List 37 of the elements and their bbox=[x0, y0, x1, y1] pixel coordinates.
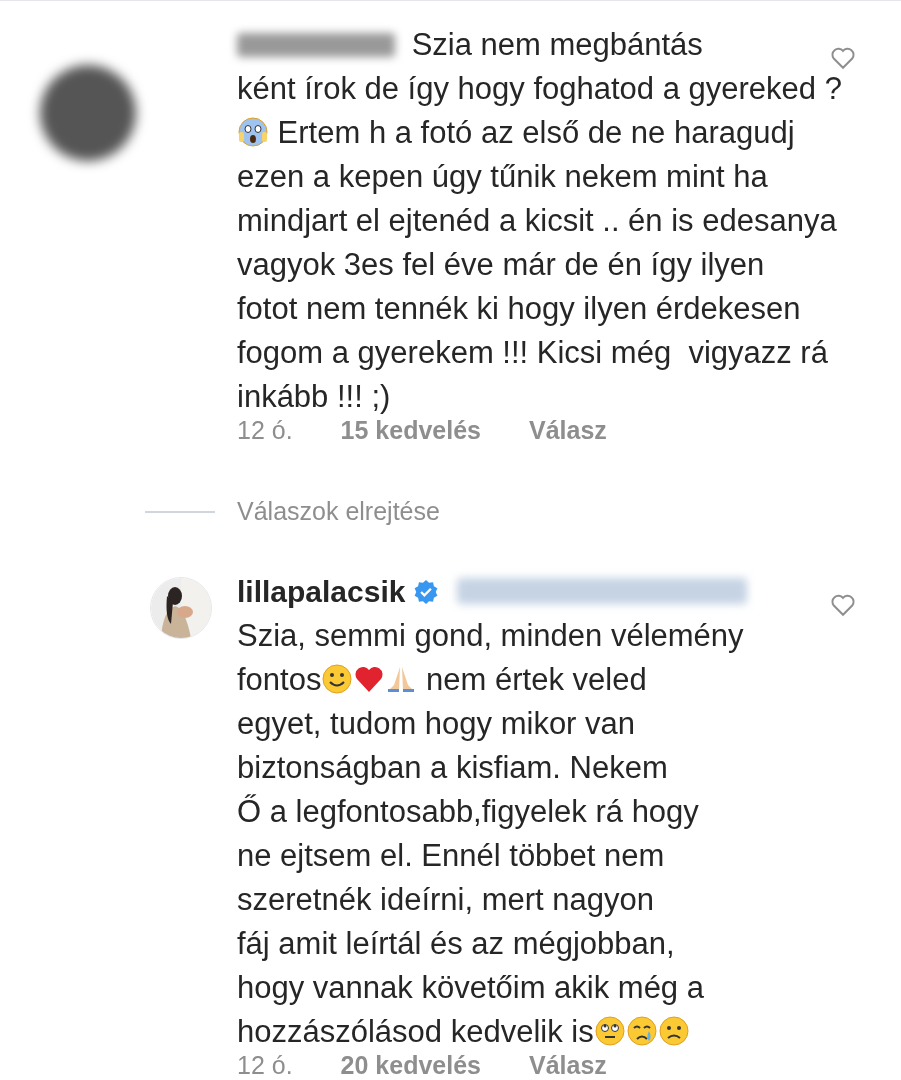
scream-emoji-icon bbox=[237, 116, 269, 148]
cry-emoji-icon bbox=[625, 1015, 658, 1047]
reply-button[interactable]: Válasz bbox=[529, 415, 607, 445]
comment-text: vagyok 3es fel éve már de én így ilyen bbox=[237, 247, 765, 282]
comment-text: Ő a legfontosabb,figyelek rá hogy bbox=[237, 794, 699, 829]
comment-text: szeretnék ideírni, mert nagyon bbox=[237, 882, 654, 917]
likes-link[interactable]: 15 kedvelés bbox=[340, 415, 481, 445]
smile-emoji-icon bbox=[321, 663, 354, 695]
comment-text: egyet, tudom hogy mikor van bbox=[237, 706, 636, 741]
comment-text: hogy vannak követőim akik még a bbox=[237, 970, 704, 1005]
comment-time: 12 ó. bbox=[237, 415, 293, 445]
comment-text: Szia nem megbántás bbox=[411, 27, 703, 62]
comment-text: fogom a gyerekem !!! Kicsi még vigyazz rá bbox=[237, 335, 828, 370]
comment-text: biztonságban a kisfiam. Nekem bbox=[237, 750, 668, 785]
comment-text: fontos bbox=[237, 662, 322, 697]
username-link[interactable]: lillapalacsik bbox=[237, 575, 406, 608]
blurred-username[interactable] bbox=[237, 33, 395, 57]
comment-text: ezen a kepen úgy tűnik nekem mint ha bbox=[237, 159, 768, 194]
blurred-avatar[interactable] bbox=[40, 65, 136, 161]
likes-link[interactable]: 20 kedvelés bbox=[340, 1050, 481, 1080]
comment-text: fotot nem tennék ki hogy ilyen érdekesen bbox=[237, 291, 801, 326]
comment-text: mindjart el ejtenéd a kicsit .. én is edesanya bbox=[237, 203, 837, 238]
comment-text: fáj amit leírtál és az mégjobban, bbox=[237, 926, 675, 961]
like-heart-icon[interactable] bbox=[830, 45, 856, 71]
comment-time: 12 ó. bbox=[237, 1050, 293, 1080]
hide-replies-link[interactable]: Válaszok elrejtése bbox=[237, 493, 440, 531]
comment-text: inkább !!! ;) bbox=[237, 379, 391, 414]
reply-button[interactable]: Válasz bbox=[529, 1050, 607, 1080]
comment-text: Szia, semmi gond, minden vélemény bbox=[237, 618, 744, 653]
comment-text: ne ejtsem el. Ennél többet nem bbox=[237, 838, 665, 873]
comment-text: ként írok de így hogy foghatod a gyereked ? bbox=[237, 71, 842, 106]
comment-text: hozzászólásod kedvelik is bbox=[237, 1014, 594, 1049]
eyeroll-emoji-icon bbox=[593, 1015, 626, 1047]
sad-emoji-icon bbox=[657, 1015, 690, 1047]
like-heart-icon[interactable] bbox=[830, 592, 856, 618]
comment-text: nem értek veled bbox=[425, 662, 647, 697]
comment-text: Ertem h a fotó az első de ne haragudj bbox=[276, 115, 795, 150]
